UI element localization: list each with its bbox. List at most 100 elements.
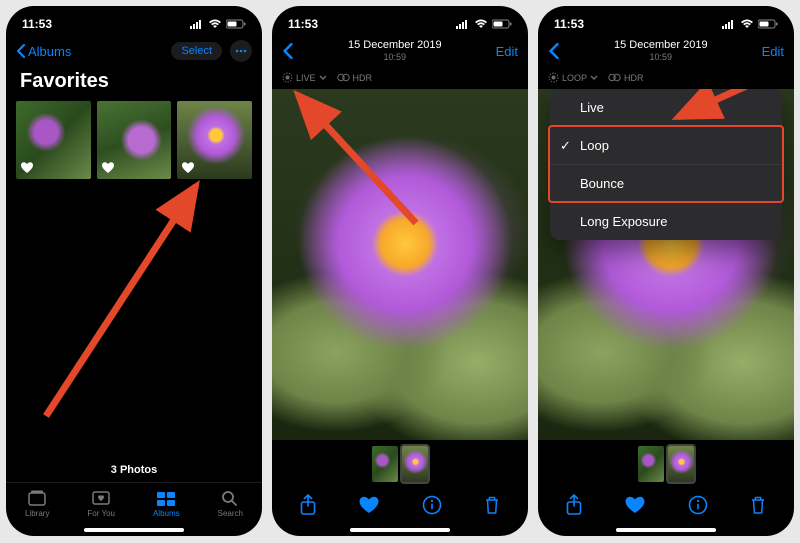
back-button[interactable]: [282, 43, 294, 59]
info-icon: [688, 495, 708, 515]
nav-header: 15 December 2019 10:59 Edit: [272, 36, 528, 66]
menu-item-live[interactable]: Live: [550, 89, 782, 127]
nav-header: Albums Select: [6, 36, 262, 66]
tab-label: For You: [87, 509, 115, 518]
status-bar: 11:53: [538, 6, 794, 36]
home-indicator[interactable]: [84, 528, 184, 532]
filmstrip-thumb[interactable]: [638, 446, 664, 482]
photo-date: 15 December 2019: [614, 39, 708, 52]
tab-library[interactable]: Library: [25, 489, 49, 518]
library-icon: [27, 489, 47, 507]
info-icon: [422, 495, 442, 515]
photo-count: 3 Photos: [6, 458, 262, 482]
favorite-button[interactable]: [624, 495, 646, 515]
phone-screen-detail: 11:53 15 December 2019 10:59 Edit LIVE H…: [272, 6, 528, 536]
hdr-rings-icon: [608, 73, 621, 82]
share-button[interactable]: [565, 494, 583, 516]
tab-label: Library: [25, 509, 49, 518]
filmstrip-thumb[interactable]: [372, 446, 398, 482]
home-indicator[interactable]: [350, 528, 450, 532]
menu-item-long-exposure[interactable]: Long Exposure: [550, 203, 782, 240]
badge-row: LIVE HDR: [272, 66, 528, 89]
status-bar: 11:53: [6, 6, 262, 36]
status-indicators: [722, 19, 778, 29]
share-icon: [299, 494, 317, 516]
live-badge-button[interactable]: LOOP: [548, 72, 598, 83]
status-indicators: [190, 19, 246, 29]
albums-icon: [156, 489, 176, 507]
page-title: Favorites: [6, 66, 262, 101]
edit-button[interactable]: Edit: [496, 44, 518, 59]
delete-button[interactable]: [483, 495, 501, 515]
status-time: 11:53: [554, 17, 584, 31]
edit-button[interactable]: Edit: [762, 44, 784, 59]
live-badge-button[interactable]: LIVE: [282, 72, 327, 83]
info-button[interactable]: [422, 495, 442, 515]
trash-icon: [749, 495, 767, 515]
favorite-heart-icon: [20, 161, 34, 175]
delete-button[interactable]: [749, 495, 767, 515]
hdr-rings-icon: [337, 73, 350, 82]
more-button[interactable]: [230, 40, 252, 62]
nav-title: 15 December 2019 10:59: [614, 39, 708, 63]
battery-icon: [226, 19, 246, 29]
photo-time: 10:59: [614, 52, 708, 63]
photo-viewport[interactable]: Live ✓ Loop Bounce Long Exposure: [538, 89, 794, 440]
wifi-icon: [740, 19, 754, 29]
live-effect-menu: Live ✓ Loop Bounce Long Exposure: [550, 89, 782, 240]
signal-icon: [722, 19, 736, 29]
select-button[interactable]: Select: [171, 42, 222, 60]
phone-screen-menu: 11:53 15 December 2019 10:59 Edit LOOP H…: [538, 6, 794, 536]
tab-label: Albums: [153, 509, 180, 518]
photo-thumbnail[interactable]: [97, 101, 172, 179]
menu-item-bounce[interactable]: Bounce: [550, 165, 782, 203]
heart-filled-icon: [358, 495, 380, 515]
trash-icon: [483, 495, 501, 515]
tab-label: Search: [218, 509, 243, 518]
photo-viewport[interactable]: [272, 89, 528, 440]
hdr-label: HDR: [624, 73, 644, 83]
heart-filled-icon: [624, 495, 646, 515]
foryou-icon: [91, 489, 111, 507]
info-button[interactable]: [688, 495, 708, 515]
nav-header: 15 December 2019 10:59 Edit: [538, 36, 794, 66]
back-button[interactable]: Albums: [16, 44, 71, 59]
chevron-down-icon: [319, 75, 327, 81]
ellipsis-icon: [235, 49, 247, 53]
photo-thumbnail[interactable]: [16, 101, 91, 179]
filmstrip: [272, 440, 528, 484]
back-button[interactable]: [548, 43, 560, 59]
back-label: Albums: [28, 44, 71, 59]
wifi-icon: [208, 19, 222, 29]
photo-toolbar: [272, 484, 528, 528]
tab-albums[interactable]: Albums: [153, 489, 180, 518]
status-time: 11:53: [22, 17, 52, 31]
photo-thumbnail[interactable]: [177, 101, 252, 179]
home-indicator[interactable]: [616, 528, 716, 532]
photo-time: 10:59: [348, 52, 442, 63]
wifi-icon: [474, 19, 488, 29]
lotus-photo: [272, 89, 528, 440]
nav-title: 15 December 2019 10:59: [348, 39, 442, 63]
tab-search[interactable]: Search: [218, 489, 243, 518]
hdr-badge: HDR: [608, 73, 644, 83]
status-time: 11:53: [288, 17, 318, 31]
tab-bar: Library For You Albums Search: [6, 482, 262, 528]
battery-icon: [492, 19, 512, 29]
status-indicators: [456, 19, 512, 29]
badge-row: LOOP HDR: [538, 66, 794, 89]
filmstrip-thumb[interactable]: [668, 446, 694, 482]
loop-label: LOOP: [562, 73, 587, 83]
favorite-button[interactable]: [358, 495, 380, 515]
filmstrip: [538, 440, 794, 484]
battery-icon: [758, 19, 778, 29]
photo-grid: [6, 101, 262, 185]
share-button[interactable]: [299, 494, 317, 516]
favorite-heart-icon: [181, 161, 195, 175]
chevron-left-icon: [16, 44, 26, 58]
filmstrip-thumb[interactable]: [402, 446, 428, 482]
phone-screen-favorites: 11:53 Albums Select Favorites 3: [6, 6, 262, 536]
menu-item-loop[interactable]: ✓ Loop: [550, 127, 782, 165]
tab-foryou[interactable]: For You: [87, 489, 115, 518]
hdr-label: HDR: [353, 73, 373, 83]
